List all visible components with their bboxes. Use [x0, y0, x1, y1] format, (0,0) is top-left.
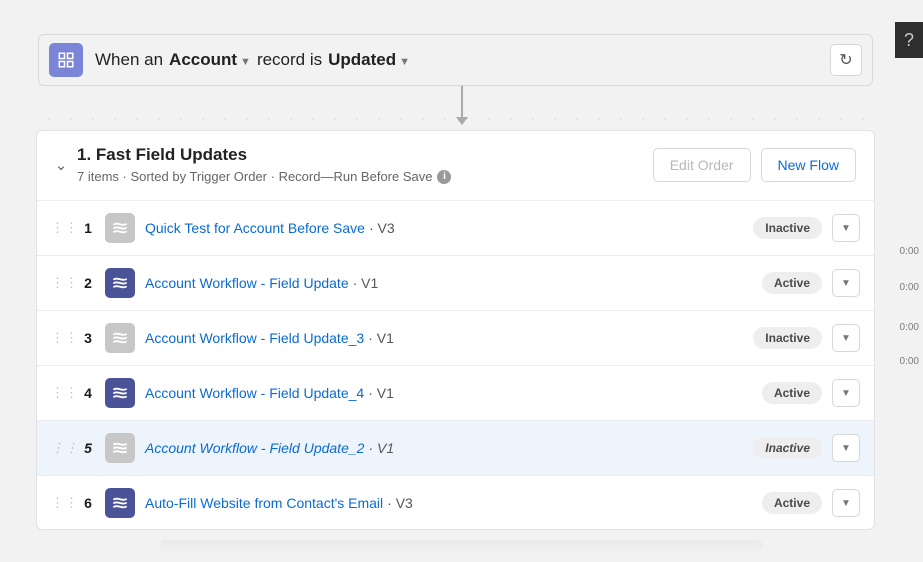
flow-icon — [105, 323, 135, 353]
status-badge: Inactive — [753, 327, 822, 349]
flow-link[interactable]: Account Workflow - Field Update_2 — [145, 440, 364, 456]
panel-title: 1. Fast Field Updates — [77, 145, 451, 165]
status-badge: Active — [762, 382, 822, 404]
status-badge: Inactive — [753, 437, 822, 459]
status-badge: Active — [762, 492, 822, 514]
chevron-down-icon: ▼ — [841, 333, 851, 344]
flow-icon — [105, 488, 135, 518]
row-menu-button[interactable]: ▼ — [832, 214, 860, 242]
bottom-shadow — [160, 540, 763, 554]
flow-row: ⋮⋮6 Auto-Fill Website from Contact's Emai… — [37, 476, 874, 529]
side-timestamp: 0:00 — [896, 320, 923, 335]
trigger-object-picker[interactable]: Account▼ — [169, 50, 251, 70]
chevron-down-icon: ▼ — [399, 56, 410, 68]
flow-version: · V1 — [368, 385, 394, 401]
chevron-down-icon: ▼ — [841, 443, 851, 454]
fast-field-updates-panel: ⌄ 1. Fast Field Updates 7 items · Sorted… — [36, 130, 875, 530]
flow-version: · V1 — [368, 330, 394, 346]
side-timestamp: 0:00 — [896, 354, 923, 369]
edit-order-button[interactable]: Edit Order — [653, 148, 751, 182]
flow-row: ⋮⋮4 Account Workflow - Field Update_4 · V… — [37, 366, 874, 421]
flow-version: · V3 — [369, 220, 395, 236]
chevron-down-icon: ▼ — [841, 278, 851, 289]
row-number: 3 — [71, 330, 105, 346]
drag-handle-icon[interactable]: ⋮⋮ — [51, 330, 71, 346]
row-menu-button[interactable]: ▼ — [832, 489, 860, 517]
flow-link[interactable]: Account Workflow - Field Update — [145, 275, 349, 291]
panel-header: ⌄ 1. Fast Field Updates 7 items · Sorted… — [37, 131, 874, 201]
row-number: 4 — [71, 385, 105, 401]
row-menu-button[interactable]: ▼ — [832, 434, 860, 462]
flow-icon — [105, 213, 135, 243]
row-menu-button[interactable]: ▼ — [832, 269, 860, 297]
row-number: 5 — [71, 440, 105, 456]
flow-link[interactable]: Account Workflow - Field Update_4 — [145, 385, 364, 401]
refresh-button[interactable]: ↻ — [830, 44, 862, 76]
chevron-down-icon: ▼ — [841, 223, 851, 234]
trigger-action-picker[interactable]: Updated▼ — [328, 50, 410, 70]
drag-handle-icon[interactable]: ⋮⋮ — [51, 220, 71, 236]
flow-link[interactable]: Quick Test for Account Before Save — [145, 220, 365, 236]
drag-handle-icon[interactable]: ⋮⋮ — [51, 495, 71, 511]
chevron-down-icon: ▼ — [841, 388, 851, 399]
trigger-bar: When an Account▼ record is Updated▼ ↻ — [38, 34, 873, 86]
status-badge: Inactive — [753, 217, 822, 239]
flow-link[interactable]: Account Workflow - Field Update_3 — [145, 330, 364, 346]
row-number: 2 — [71, 275, 105, 291]
record-trigger-icon — [49, 43, 83, 77]
status-badge: Active — [762, 272, 822, 294]
trigger-text: When an Account▼ record is Updated▼ — [95, 50, 410, 70]
flow-version: · V1 — [353, 275, 379, 291]
flow-icon — [105, 378, 135, 408]
side-timestamp: 0:00 — [896, 244, 923, 259]
flow-rows: ⋮⋮1Quick Test for Account Before Save · … — [37, 201, 874, 529]
flow-version: · V1 — [368, 440, 394, 456]
flow-row: ⋮⋮2 Account Workflow - Field Update · V1 A… — [37, 256, 874, 311]
trigger-object: Account — [169, 50, 237, 69]
help-button[interactable]: ? — [895, 22, 923, 58]
drag-handle-icon[interactable]: ⋮⋮ — [51, 275, 71, 291]
refresh-icon: ↻ — [839, 50, 852, 70]
side-timestamp: 0:00 — [896, 280, 923, 295]
panel-actions: Edit Order New Flow — [653, 148, 856, 182]
flow-row: ⋮⋮3 Account Workflow - Field Update_3 · V… — [37, 311, 874, 366]
row-menu-button[interactable]: ▼ — [832, 379, 860, 407]
panel-subtitle: 7 items · Sorted by Trigger Order · Reco… — [77, 169, 451, 184]
trigger-mid: record is — [257, 50, 322, 70]
flow-version: · V3 — [387, 495, 413, 511]
panel-heading-block: 1. Fast Field Updates 7 items · Sorted b… — [77, 145, 451, 184]
collapse-toggle[interactable]: ⌄ — [49, 156, 73, 174]
row-number: 6 — [71, 495, 105, 511]
drag-handle-icon[interactable]: ⋮⋮ — [51, 385, 71, 401]
new-flow-button[interactable]: New Flow — [761, 148, 856, 182]
chevron-down-icon: ⌄ — [55, 157, 68, 174]
flow-link[interactable]: Auto-Fill Website from Contact's Email — [145, 495, 383, 511]
chevron-down-icon: ▼ — [841, 498, 851, 509]
flow-row: ⋮⋮5 Account Workflow - Field Update_2 · V… — [37, 421, 874, 476]
row-number: 1 — [71, 220, 105, 236]
arrow-down-icon — [461, 86, 463, 124]
drag-handle-icon[interactable]: ⋮⋮ — [51, 440, 71, 456]
trigger-prefix: When an — [95, 50, 163, 70]
trigger-action: Updated — [328, 50, 396, 69]
panel-subtitle-text: 7 items · Sorted by Trigger Order · Reco… — [77, 169, 432, 184]
info-icon[interactable]: i — [437, 170, 451, 184]
flow-row: ⋮⋮1 Quick Test for Account Before Save · … — [37, 201, 874, 256]
flow-icon — [105, 268, 135, 298]
flow-icon — [105, 433, 135, 463]
row-menu-button[interactable]: ▼ — [832, 324, 860, 352]
chevron-down-icon: ▼ — [240, 56, 251, 68]
